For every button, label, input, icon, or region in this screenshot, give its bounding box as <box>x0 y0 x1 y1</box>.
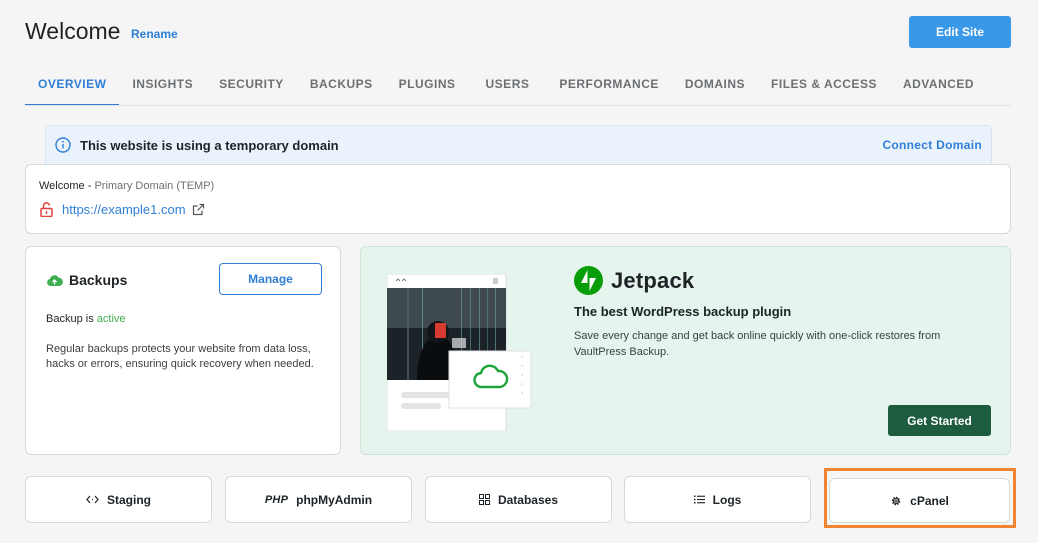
backup-status-prefix: Backup is <box>46 313 94 325</box>
edit-site-button[interactable]: Edit Site <box>909 16 1011 48</box>
domain-card: Welcome - Primary Domain (TEMP) https://… <box>25 164 1011 234</box>
jetpack-headline: The best WordPress backup plugin <box>574 304 792 319</box>
site-name: Welcome - <box>39 180 92 192</box>
backup-status: Backup is active <box>46 313 126 325</box>
tab-plugins[interactable]: PLUGINS <box>386 70 473 106</box>
banner-text: This website is using a temporary domain <box>80 137 339 153</box>
jetpack-logo-icon <box>574 266 603 295</box>
tabs-divider <box>25 105 1011 106</box>
domain-type: Primary Domain (TEMP) <box>94 180 215 192</box>
tab-advanced[interactable]: ADVANCED <box>890 70 987 106</box>
backup-illustration <box>387 274 532 431</box>
backups-card: Backups Manage Backup is active Regular … <box>25 246 341 455</box>
external-link-icon[interactable] <box>192 203 205 216</box>
info-icon <box>55 137 71 153</box>
backups-title: Backups <box>46 272 127 288</box>
logs-button[interactable]: Logs <box>624 476 811 523</box>
domain-row: https://example1.com <box>40 202 205 217</box>
backups-title-text: Backups <box>69 272 128 288</box>
backups-description: Regular backups protects your website fr… <box>46 343 314 370</box>
tab-users[interactable]: USERS <box>473 70 547 106</box>
cpanel-highlight-frame <box>824 468 1016 528</box>
logs-label: Logs <box>712 492 742 507</box>
databases-label: Databases <box>497 492 559 507</box>
tab-files-access[interactable]: FILES & ACCESS <box>758 70 890 106</box>
phpmyadmin-button[interactable]: PHP phpMyAdmin <box>225 476 412 523</box>
tab-performance[interactable]: PERFORMANCE <box>546 70 672 106</box>
page-title: Welcome <box>25 18 121 44</box>
get-started-button[interactable]: Get Started <box>888 405 991 436</box>
tab-overview[interactable]: OVERVIEW <box>25 70 120 106</box>
domain-label: Welcome - Primary Domain (TEMP) <box>39 180 214 192</box>
code-icon <box>86 495 99 504</box>
tab-backups[interactable]: BACKUPS <box>297 70 386 106</box>
jetpack-brand-name: Jetpack <box>611 267 695 293</box>
grid-icon <box>478 494 490 505</box>
staging-label: Staging <box>107 492 151 507</box>
lock-open-icon <box>40 202 53 217</box>
jetpack-brand: Jetpack <box>574 266 694 295</box>
tab-insights[interactable]: INSIGHTS <box>119 70 206 106</box>
jetpack-promo-card: Jetpack The best WordPress backup plugin… <box>360 246 1011 455</box>
tab-domains[interactable]: DOMAINS <box>672 70 758 106</box>
rename-link[interactable]: Rename <box>131 27 178 41</box>
manage-button[interactable]: Manage <box>219 263 322 295</box>
cloud-upload-icon <box>47 274 63 286</box>
jetpack-description: Save every change and get back online qu… <box>574 330 941 358</box>
domain-url-link[interactable]: https://example1.com <box>62 202 186 217</box>
connect-domain-link[interactable]: Connect Domain <box>882 138 982 152</box>
temporary-domain-banner: This website is using a temporary domain… <box>45 125 992 165</box>
tab-security[interactable]: SECURITY <box>206 70 297 106</box>
php-icon: PHP <box>264 493 289 506</box>
databases-button[interactable]: Databases <box>425 476 612 523</box>
phpmyadmin-label: phpMyAdmin <box>296 492 373 507</box>
backup-status-value: active <box>96 313 126 325</box>
staging-button[interactable]: Staging <box>25 476 212 523</box>
list-icon <box>693 495 705 504</box>
tab-bar: OVERVIEW INSIGHTS SECURITY BACKUPS PLUGI… <box>25 70 987 106</box>
